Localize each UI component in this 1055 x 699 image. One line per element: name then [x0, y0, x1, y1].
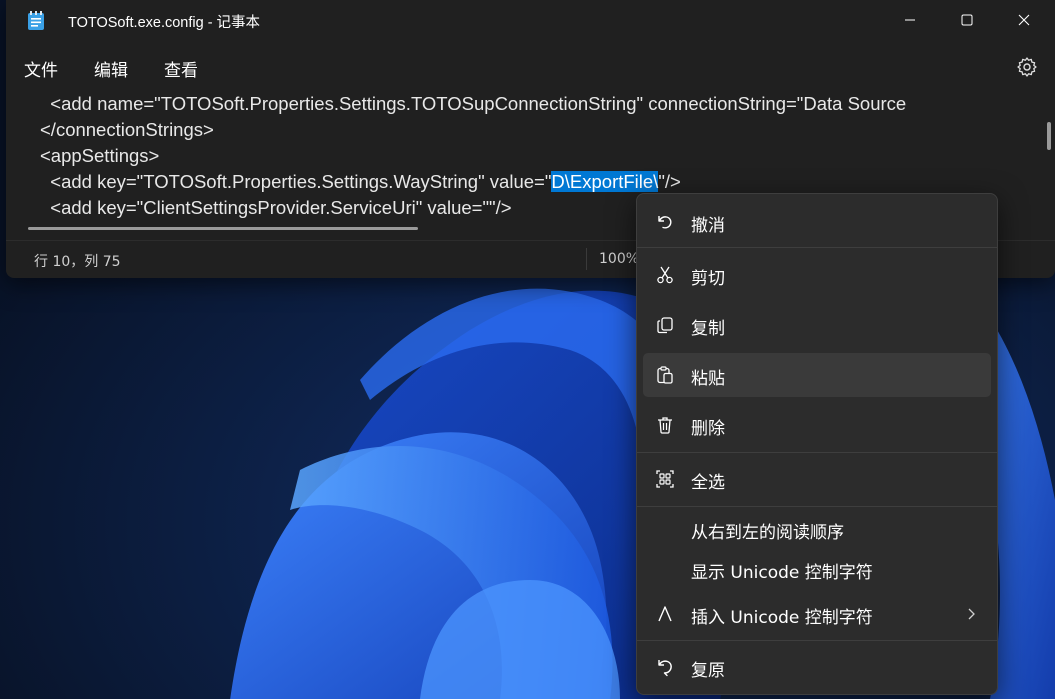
- delete-icon: [658, 417, 672, 434]
- editor-line-3: <appSettings>: [40, 145, 160, 166]
- menu-item-undo[interactable]: 撤消: [643, 200, 991, 244]
- reconvert-icon: [658, 660, 672, 677]
- menu-label-rtl: 从右到左的阅读顺序: [691, 523, 844, 543]
- horizontal-scrollbar[interactable]: [28, 227, 418, 230]
- settings-gear-icon[interactable]: [1015, 55, 1039, 79]
- menu-label-paste: 粘贴: [691, 369, 725, 389]
- status-divider: [586, 248, 587, 270]
- select-all-icon: [656, 470, 674, 488]
- menu-edit[interactable]: 编辑: [94, 56, 128, 81]
- chevron-right-icon: [968, 608, 975, 620]
- menu-separator: [637, 247, 997, 248]
- menu-label-show-unicode: 显示 Unicode 控制字符: [691, 563, 873, 583]
- menu-item-copy[interactable]: 复制: [643, 303, 991, 347]
- cut-icon: [657, 266, 673, 284]
- zoom-level: 100%: [599, 251, 640, 267]
- cursor-position: 行 10，列 75: [34, 254, 121, 270]
- minimize-button[interactable]: [882, 0, 938, 40]
- menu-separator: [637, 452, 997, 453]
- menu-label-insert-unicode: 插入 Unicode 控制字符: [691, 608, 873, 628]
- menu-item-delete[interactable]: 删除: [643, 403, 991, 447]
- menu-item-cut[interactable]: 剪切: [643, 253, 991, 297]
- menu-separator: [637, 640, 997, 641]
- window-title: TOTOSoft.exe.config - 记事本: [68, 15, 261, 31]
- close-icon: [1018, 14, 1030, 26]
- title-bar[interactable]: TOTOSoft.exe.config - 记事本: [6, 0, 1055, 42]
- editor-line-2: </connectionStrings>: [40, 119, 214, 140]
- menu-item-rtl-reading-order[interactable]: 从右到左的阅读顺序: [643, 507, 991, 551]
- menu-label-cut: 剪切: [691, 269, 725, 289]
- selected-text: D\ExportFile\: [551, 171, 659, 192]
- context-menu: 撤消 剪切 复制 粘贴 删除 全选 从右到左的阅读顺序 显示 Unicode 控…: [636, 193, 998, 695]
- menu-label-copy: 复制: [691, 319, 725, 339]
- maximize-icon: [961, 14, 973, 26]
- menu-view[interactable]: 查看: [164, 56, 198, 81]
- maximize-button[interactable]: [939, 0, 995, 40]
- vertical-scrollbar[interactable]: [1047, 122, 1051, 150]
- menu-item-paste[interactable]: 粘贴: [643, 353, 991, 397]
- minimize-icon: [905, 19, 915, 21]
- notepad-app-icon: [28, 11, 44, 30]
- copy-icon: [657, 317, 673, 334]
- menu-bar: 文件 编辑 查看: [6, 46, 1055, 88]
- insert-unicode-icon: [658, 606, 672, 622]
- editor-line-5: <add key="ClientSettingsProvider.Service…: [40, 197, 512, 218]
- menu-item-show-unicode[interactable]: 显示 Unicode 控制字符: [643, 547, 991, 591]
- menu-item-reconvert[interactable]: 复原: [643, 645, 991, 689]
- menu-label-reconvert: 复原: [691, 661, 725, 681]
- menu-label-select-all: 全选: [691, 473, 725, 493]
- menu-file[interactable]: 文件: [24, 56, 58, 81]
- paste-icon: [657, 366, 673, 384]
- menu-label-undo: 撤消: [691, 216, 725, 236]
- editor-line-1: <add name="TOTOSoft.Properties.Settings.…: [40, 93, 907, 114]
- editor-line-4: <add key="TOTOSoft.Properties.Settings.W…: [40, 171, 681, 192]
- menu-label-delete: 删除: [691, 419, 725, 439]
- undo-icon: [658, 216, 672, 229]
- menu-item-insert-unicode[interactable]: 插入 Unicode 控制字符: [643, 592, 991, 636]
- menu-item-select-all[interactable]: 全选: [643, 457, 991, 501]
- close-button[interactable]: [996, 0, 1052, 40]
